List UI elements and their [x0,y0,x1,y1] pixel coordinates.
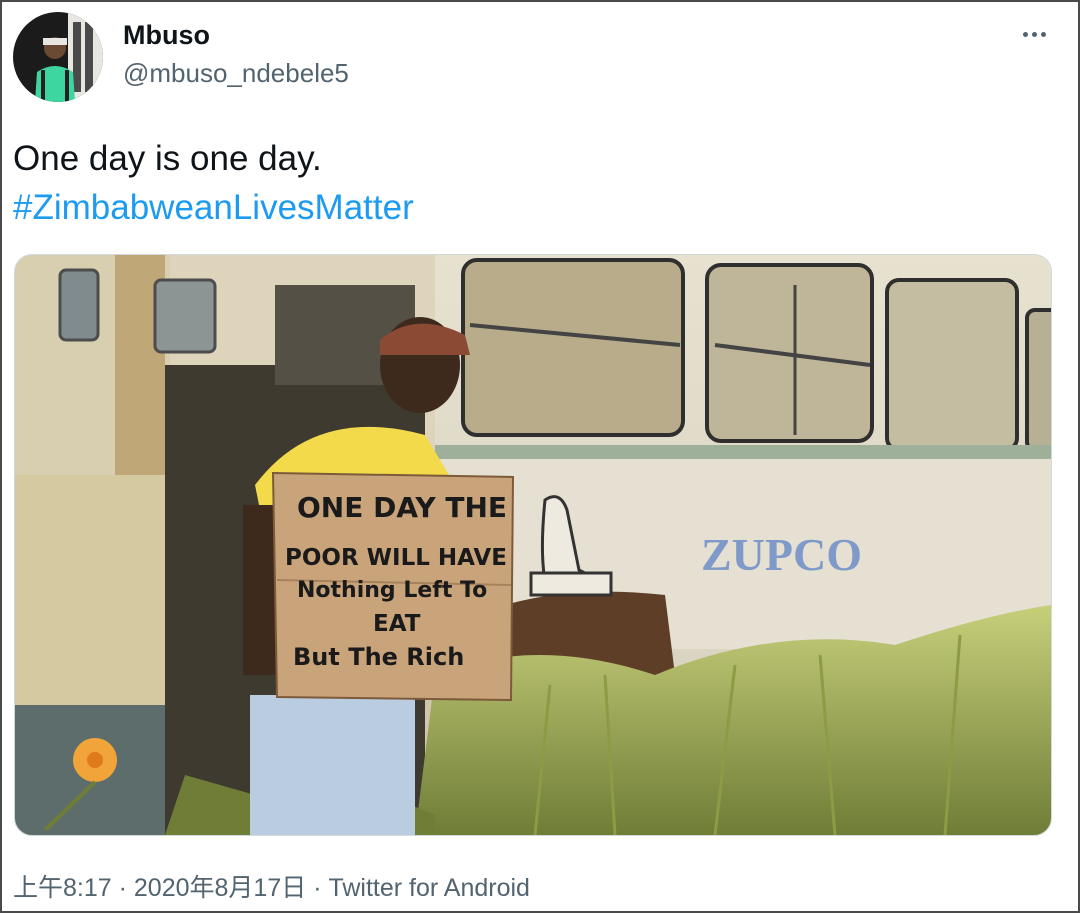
tweet-photo[interactable]: ZUPCO ONE DAY THE POOR WILL HAVE Nothing… [14,254,1052,836]
more-horizontal-icon-dot [1031,31,1037,37]
more-horizontal-icon [1022,31,1028,37]
sign-line-5: But The Rich [293,643,464,671]
tweet-meta: 上午8:17 · 2020年8月17日 · Twitter for Androi… [13,868,530,904]
display-name[interactable]: Mbuso [123,20,210,51]
tweet-body: One day is one day. [13,139,322,178]
tweet-date[interactable]: 2020年8月17日 [134,874,306,902]
tweet-text: One day is one day. #ZimbabweanLivesMatt… [13,134,414,232]
tweet-source[interactable]: Twitter for Android [328,874,529,902]
sign-line-3: Nothing Left To [297,578,487,603]
bus-brand-text: ZUPCO [701,529,862,580]
meta-separator: · [313,874,322,902]
more-options-button[interactable] [1014,16,1054,52]
sign-line-1: ONE DAY THE [297,491,507,524]
tweet-card: Mbuso @mbuso_ndebele5 One day is one day… [0,0,1080,913]
avatar[interactable] [13,12,103,102]
sign-line-4: EAT [373,611,421,637]
avatar-image [13,12,103,102]
user-handle[interactable]: @mbuso_ndebele5 [123,58,349,89]
more-horizontal-icon-dot [1040,31,1046,37]
hashtag-link[interactable]: #ZimbabweanLivesMatter [13,183,414,232]
tweet-time[interactable]: 上午8:17 [13,874,112,902]
sign-line-2: POOR WILL HAVE [285,545,507,571]
meta-separator: · [118,874,127,902]
photo-image: ZUPCO ONE DAY THE POOR WILL HAVE Nothing… [15,255,1051,835]
